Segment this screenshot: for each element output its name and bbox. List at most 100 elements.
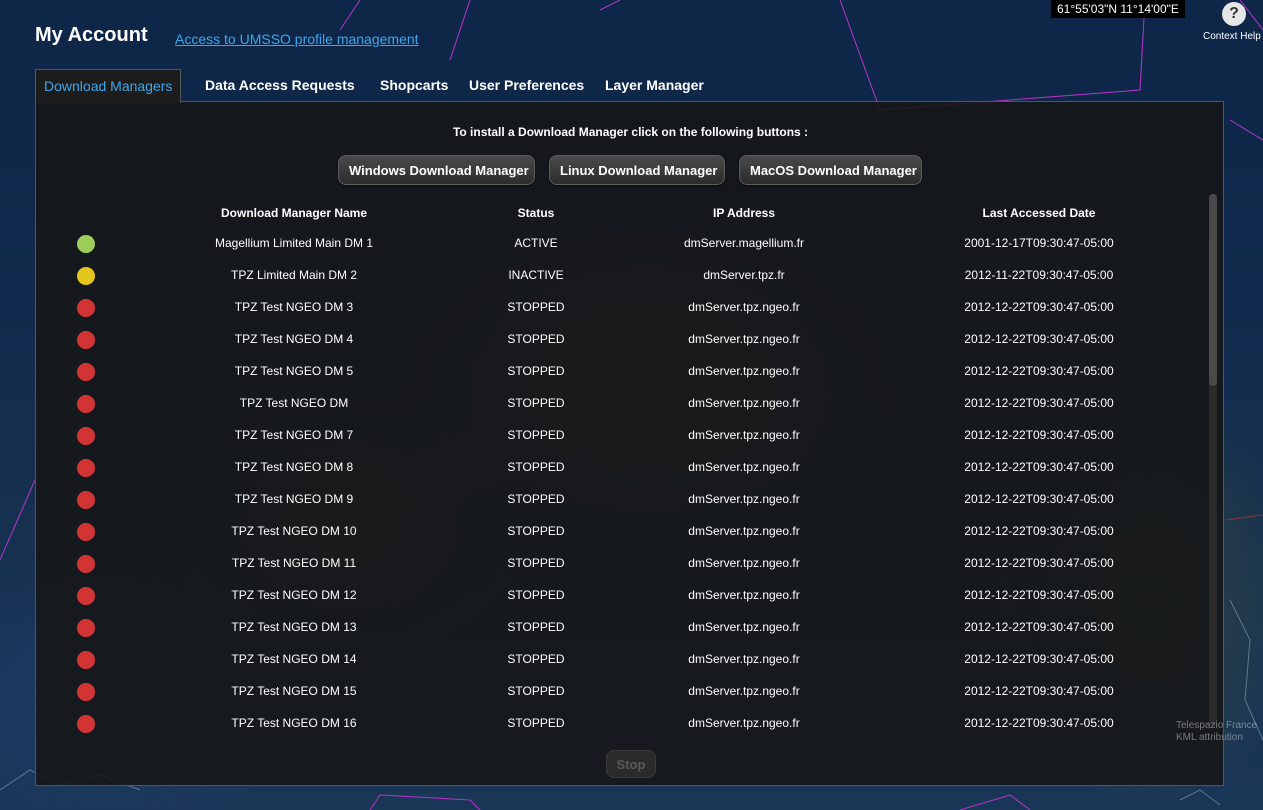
- dm-status: ACTIVE: [514, 236, 558, 250]
- status-indicator: [77, 491, 95, 509]
- dm-status: STOPPED: [507, 492, 565, 506]
- table-row[interactable]: TPZ Test NGEO DM 4 STOPPED dmServer.tpz.ng…: [36, 323, 1225, 355]
- help-icon[interactable]: ?: [1222, 2, 1246, 26]
- scrollbar-thumb[interactable]: [1209, 194, 1217, 386]
- status-indicator: [77, 587, 95, 605]
- windows-download-manager-button[interactable]: Windows Download Manager: [338, 155, 535, 185]
- dm-name: Magellium Limited Main DM 1: [214, 236, 374, 250]
- macos-download-manager-button[interactable]: MacOS Download Manager: [739, 155, 922, 185]
- table-row[interactable]: TPZ Test NGEO DM 7 STOPPED dmServer.tpz.ng…: [36, 419, 1225, 451]
- dm-ip-address: dmServer.tpz.ngeo.fr: [688, 332, 800, 346]
- dm-last-accessed: 2012-12-22T09:30:47-05:00: [964, 300, 1114, 314]
- dm-status: STOPPED: [507, 300, 565, 314]
- status-indicator: [77, 683, 95, 701]
- dm-ip-address: dmServer.tpz.ngeo.fr: [688, 716, 800, 730]
- dm-ip-address: dmServer.tpz.ngeo.fr: [688, 620, 800, 634]
- dm-ip-address: dmServer.tpz.ngeo.fr: [688, 300, 800, 314]
- dm-ip-address: dmServer.tpz.ngeo.fr: [688, 396, 800, 410]
- dm-last-accessed: 2012-12-22T09:30:47-05:00: [964, 588, 1114, 602]
- page-title: My Account: [35, 24, 148, 46]
- table-row[interactable]: TPZ Test NGEO DM 9 STOPPED dmServer.tpz.ng…: [36, 483, 1225, 515]
- table-row[interactable]: TPZ Test NGEO DM 14 STOPPED dmServer.tpz.n…: [36, 643, 1225, 675]
- context-help-button[interactable]: ? Context Help: [1203, 2, 1263, 42]
- dm-status: STOPPED: [507, 556, 565, 570]
- stop-button: Stop: [606, 750, 656, 778]
- tab-download-managers[interactable]: Download Managers: [35, 69, 182, 103]
- dm-name: TPZ Test NGEO DM 8: [234, 460, 354, 474]
- status-indicator: [77, 363, 95, 381]
- umsso-profile-link[interactable]: Access to UMSSO profile management: [175, 31, 419, 47]
- table-row[interactable]: TPZ Limited Main DM 2 INACTIVE dmServer.tp…: [36, 259, 1225, 291]
- table-row[interactable]: TPZ Test NGEO DM STOPPED dmServer.tpz.ngeo…: [36, 387, 1225, 419]
- dm-ip-address: dmServer.magellium.fr: [683, 236, 805, 250]
- dm-ip-address: dmServer.tpz.ngeo.fr: [688, 364, 800, 378]
- dm-last-accessed: 2012-11-22T09:30:47-05:00: [964, 268, 1114, 282]
- dm-status: STOPPED: [507, 364, 565, 378]
- column-header-ip: IP Address: [712, 206, 776, 220]
- dm-last-accessed: 2012-12-22T09:30:47-05:00: [964, 524, 1114, 538]
- tab-shopcarts[interactable]: Shopcarts: [380, 69, 448, 101]
- table-row[interactable]: TPZ Test NGEO DM 10 STOPPED dmServer.tpz.n…: [36, 515, 1225, 547]
- context-help-label: Context Help: [1203, 31, 1261, 42]
- dm-name: TPZ Test NGEO DM 15: [231, 684, 357, 698]
- status-indicator: [77, 555, 95, 573]
- tab-data-access-requests[interactable]: Data Access Requests: [205, 69, 355, 101]
- dm-ip-address: dmServer.tpz.ngeo.fr: [688, 460, 800, 474]
- dm-ip-address: dmServer.tpz.ngeo.fr: [688, 492, 800, 506]
- dm-status: STOPPED: [507, 396, 565, 410]
- dm-status: STOPPED: [507, 332, 565, 346]
- dm-name: TPZ Test NGEO DM 3: [234, 300, 354, 314]
- column-header-name: Download Manager Name: [220, 206, 368, 220]
- dm-last-accessed: 2012-12-22T09:30:47-05:00: [964, 428, 1114, 442]
- dm-name: TPZ Test NGEO DM 4: [234, 332, 354, 346]
- table-row[interactable]: TPZ Test NGEO DM 12 STOPPED dmServer.tpz.n…: [36, 579, 1225, 611]
- table-row[interactable]: TPZ Test NGEO DM 8 STOPPED dmServer.tpz.ng…: [36, 451, 1225, 483]
- table-row[interactable]: TPZ Test NGEO DM 5 STOPPED dmServer.tpz.ng…: [36, 355, 1225, 387]
- status-indicator: [77, 459, 95, 477]
- dm-status: STOPPED: [507, 524, 565, 538]
- dm-status: STOPPED: [507, 620, 565, 634]
- tab-layer-manager[interactable]: Layer Manager: [605, 69, 704, 101]
- table-header: Download Manager Name Status IP Address …: [36, 206, 1225, 222]
- dm-last-accessed: 2012-12-22T09:30:47-05:00: [964, 332, 1114, 346]
- status-indicator: [77, 299, 95, 317]
- status-indicator: [77, 331, 95, 349]
- column-header-status: Status: [517, 206, 555, 220]
- install-instructions: To install a Download Manager click on t…: [452, 125, 809, 139]
- dm-last-accessed: 2012-12-22T09:30:47-05:00: [964, 460, 1114, 474]
- table-row[interactable]: TPZ Test NGEO DM 13 STOPPED dmServer.tpz.n…: [36, 611, 1225, 643]
- status-indicator: [77, 235, 95, 253]
- dm-status: STOPPED: [507, 428, 565, 442]
- dm-status: STOPPED: [507, 588, 565, 602]
- table-scrollbar[interactable]: [1209, 194, 1217, 726]
- dm-status: STOPPED: [507, 460, 565, 474]
- tab-user-preferences[interactable]: User Preferences: [469, 69, 584, 101]
- dm-name: TPZ Test NGEO DM 5: [234, 364, 354, 378]
- dm-status: STOPPED: [507, 684, 565, 698]
- dm-ip-address: dmServer.tpz.ngeo.fr: [688, 524, 800, 538]
- linux-download-manager-button[interactable]: Linux Download Manager: [549, 155, 725, 185]
- dm-last-accessed: 2012-12-22T09:30:47-05:00: [964, 556, 1114, 570]
- dm-name: TPZ Test NGEO DM 11: [231, 556, 357, 570]
- dm-ip-address: dmServer.tpz.ngeo.fr: [688, 588, 800, 602]
- dm-last-accessed: 2001-12-17T09:30:47-05:00: [964, 236, 1114, 250]
- dm-name: TPZ Test NGEO DM 10: [231, 524, 357, 538]
- download-managers-panel: To install a Download Manager click on t…: [35, 101, 1224, 786]
- dm-last-accessed: 2012-12-22T09:30:47-05:00: [964, 364, 1114, 378]
- table-row[interactable]: TPZ Test NGEO DM 11 STOPPED dmServer.tpz.n…: [36, 547, 1225, 579]
- map-coordinates: 61°55'03"N 11°14'00"E: [1051, 0, 1185, 18]
- status-indicator: [77, 619, 95, 637]
- dm-status: STOPPED: [507, 716, 565, 730]
- dm-name: TPZ Test NGEO DM 16: [231, 716, 357, 730]
- dm-name: TPZ Limited Main DM 2: [230, 268, 358, 282]
- dm-status: STOPPED: [507, 652, 565, 666]
- dm-status: INACTIVE: [508, 268, 564, 282]
- table-row[interactable]: Magellium Limited Main DM 1 ACTIVE dmServe…: [36, 227, 1225, 259]
- download-managers-table: Magellium Limited Main DM 1 ACTIVE dmServe…: [36, 227, 1225, 739]
- table-row[interactable]: TPZ Test NGEO DM 3 STOPPED dmServer.tpz.ng…: [36, 291, 1225, 323]
- table-row[interactable]: TPZ Test NGEO DM 16 STOPPED dmServer.tpz.n…: [36, 707, 1225, 739]
- dm-ip-address: dmServer.tpz.fr: [703, 268, 785, 282]
- dm-last-accessed: 2012-12-22T09:30:47-05:00: [964, 396, 1114, 410]
- table-row[interactable]: TPZ Test NGEO DM 15 STOPPED dmServer.tpz.n…: [36, 675, 1225, 707]
- status-indicator: [77, 267, 95, 285]
